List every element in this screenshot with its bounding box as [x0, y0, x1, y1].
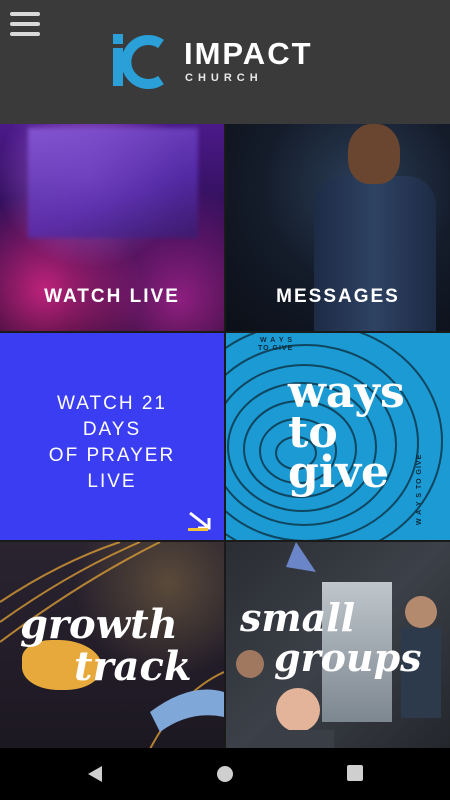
mini-logo-side: W A Y S TO GIVE	[416, 453, 423, 525]
tile-label: WATCH LIVE	[44, 286, 180, 307]
stage-screen-image	[28, 128, 198, 238]
tile-watch-live[interactable]: WATCH LIVE	[0, 124, 224, 331]
tile-messages[interactable]: MESSAGES	[226, 124, 450, 331]
tile-watch-21-days-of-prayer[interactable]: WATCH 21 DAYS OF PRAYER LIVE	[0, 333, 224, 540]
logo-wordmark: IMPACT	[184, 36, 313, 71]
back-triangle-icon[interactable]	[86, 764, 104, 784]
tile-label: growth track	[20, 604, 192, 688]
label-line: groups	[274, 635, 422, 680]
logo-subtitle: CHURCH	[185, 72, 263, 84]
home-circle-icon[interactable]	[215, 764, 235, 784]
tile-label: WATCH 21 DAYS OF PRAYER LIVE	[0, 391, 224, 495]
app-header: IMPACT CHURCH	[0, 0, 450, 124]
speaker-head-image	[348, 124, 400, 184]
label-line: WATCH 21	[57, 393, 167, 414]
label-line: LIVE	[87, 471, 137, 492]
hamburger-menu-icon[interactable]	[10, 12, 40, 38]
mini-logo-top-2: TO GIVE	[258, 345, 294, 352]
tile-label: MESSAGES	[276, 286, 400, 307]
label-line: track	[74, 643, 192, 690]
label-line: OF PRAYER	[48, 445, 176, 466]
tile-growth-track[interactable]: growth track	[0, 542, 224, 749]
tile-label: ways to give	[288, 371, 405, 498]
arrow-down-right-icon	[188, 511, 211, 531]
label-line: small	[240, 595, 356, 640]
label-line: DAYS	[82, 419, 142, 440]
logo-mark-icon	[113, 34, 164, 89]
recents-square-icon[interactable]	[346, 764, 364, 782]
tile-grid: WATCH LIVE MESSAGES WATCH 21 DAYS OF PRA…	[0, 124, 450, 749]
label-line: give	[288, 447, 390, 498]
tile-small-groups[interactable]: small groups	[226, 542, 450, 749]
tile-label: small groups	[240, 598, 422, 678]
tile-ways-to-give[interactable]: W A Y S TO GIVE ways to give W A Y S TO …	[226, 333, 450, 540]
mini-logo-top: W A Y S	[260, 337, 294, 344]
system-navigation-bar	[0, 748, 450, 800]
label-line: growth	[20, 601, 178, 648]
